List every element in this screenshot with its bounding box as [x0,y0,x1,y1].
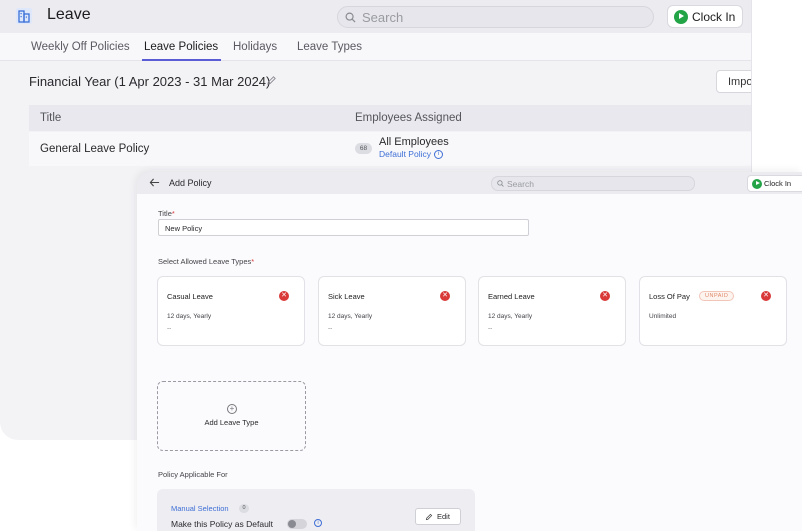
tab-bar: Weekly Off Policies Leave Policies Holid… [0,33,751,61]
search-input[interactable]: Search [491,176,695,191]
leave-type-card-loss-of-pay[interactable]: Loss Of Pay UNPAID ✕ Unlimited [639,276,787,346]
top-bar: Leave Search Clock In [0,0,751,33]
title-label: Title* [158,209,175,218]
policy-title: General Leave Policy [40,143,150,155]
leave-type-card-sick[interactable]: Sick Leave ✕ 12 days, Yearly -- [318,276,466,346]
top-bar: Add Policy Search Clock In [137,172,802,194]
applicable-for-label: Policy Applicable For [158,470,228,479]
employee-count-badge: 68 [355,143,372,154]
leave-type-frequency: Unlimited [649,313,677,320]
search-input[interactable]: Search [337,6,654,28]
leave-type-name: Loss Of Pay [649,292,690,301]
edit-button[interactable]: Edit [415,508,461,525]
pencil-icon[interactable] [266,75,277,86]
leave-type-card-earned[interactable]: Earned Leave ✕ 12 days, Yearly -- [478,276,626,346]
app-title: Leave [47,6,91,23]
table-header: Title Employees Assigned [29,105,751,131]
play-icon [674,9,688,24]
search-icon [345,12,356,23]
play-icon [752,178,762,189]
tab-holidays[interactable]: Holidays [233,41,277,53]
unpaid-badge: UNPAID [699,291,735,301]
remove-icon[interactable]: ✕ [440,291,450,301]
search-icon [497,180,504,187]
leave-type-extra: -- [328,325,333,332]
add-policy-form: Title* New Policy Select Allowed Leave T… [137,194,802,531]
leave-type-name: Earned Leave [488,292,535,301]
default-toggle-label: Make this Policy as Default [171,519,274,529]
tab-leave-policies[interactable]: Leave Policies [141,41,222,61]
pencil-icon [425,513,433,520]
remove-icon[interactable]: ✕ [761,291,771,301]
import-button[interactable]: Impor [716,70,751,93]
employees-assigned: All Employees [379,136,449,148]
add-leave-type-label: Add Leave Type [204,418,259,427]
page-title: Add Policy [169,178,212,188]
info-icon: i [433,149,443,159]
tab-leave-types[interactable]: Leave Types [297,41,362,53]
title-input[interactable]: New Policy [158,219,529,236]
remove-icon[interactable]: ✕ [279,291,289,301]
leave-type-name: Casual Leave [167,292,213,301]
column-header-title: Title [40,112,62,124]
leave-type-name: Sick Leave [328,292,365,301]
building-icon [16,8,32,24]
back-arrow-icon[interactable] [149,177,160,188]
leave-type-frequency: 12 days, Yearly [488,313,533,320]
manual-selection-link[interactable]: Manual Selection [171,504,229,513]
policy-applicable-box: Manual Selection 0 Make this Policy as D… [157,489,475,531]
clock-in-label: Clock In [764,179,792,188]
leave-type-extra: -- [167,325,172,332]
tab-weekly-off-policies[interactable]: Weekly Off Policies [31,41,130,53]
search-placeholder: Search [507,178,534,189]
clock-in-label: Clock In [692,9,736,24]
add-leave-type-button[interactable]: + Add Leave Type [157,381,306,451]
default-toggle[interactable] [287,519,307,529]
add-policy-window: Add Policy Search Clock In Title* New Po… [137,172,802,531]
clock-in-button[interactable]: Clock In [667,5,743,28]
edit-label: Edit [437,512,450,521]
search-placeholder: Search [362,9,404,25]
leave-type-frequency: 12 days, Yearly [328,313,373,320]
clock-in-button[interactable]: Clock In [747,175,802,192]
plus-circle-icon: + [227,404,237,414]
leave-type-frequency: 12 days, Yearly [167,313,212,320]
info-icon[interactable]: i [314,519,322,527]
remove-icon[interactable]: ✕ [600,291,610,301]
default-policy-link[interactable]: Default Policy i [379,149,443,159]
selection-count-badge: 0 [239,504,249,513]
leave-type-card-casual[interactable]: Casual Leave ✕ 12 days, Yearly -- [157,276,305,346]
table-row[interactable]: General Leave Policy 68 All Employees De… [29,132,751,166]
column-header-employees: Employees Assigned [355,112,462,124]
financial-year-title: Financial Year (1 Apr 2023 - 31 Mar 2024… [29,74,271,89]
leave-types-label: Select Allowed Leave Types* [158,257,255,266]
leave-type-extra: -- [488,325,493,332]
default-policy-label: Default Policy [379,149,431,159]
